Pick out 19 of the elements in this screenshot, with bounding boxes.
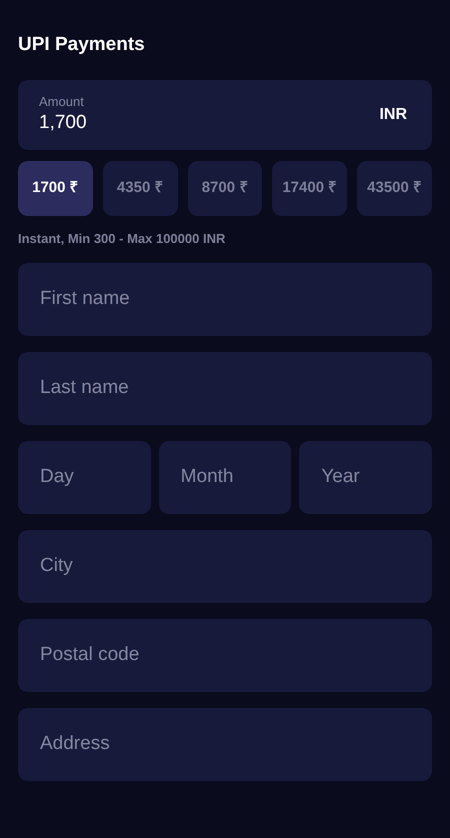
amount-label: Amount xyxy=(39,94,85,110)
page-title: UPI Payments xyxy=(18,33,146,57)
amount-preset-button[interactable]: 43500 ₹ xyxy=(357,161,432,216)
input-field[interactable]: Last name xyxy=(18,352,432,424)
input-field[interactable]: Day xyxy=(18,440,151,514)
amount-preset-button[interactable]: 4350 ₹ xyxy=(102,161,178,216)
amount-field[interactable]: Amount 1,700 INR xyxy=(18,80,432,150)
amount-preset-button[interactable]: 17400 ₹ xyxy=(272,161,348,216)
amount-value: 1,700 xyxy=(39,111,87,135)
input-field[interactable]: Year xyxy=(299,440,432,514)
amount-preset-button[interactable]: 8700 ₹ xyxy=(188,161,262,216)
input-field[interactable]: Address xyxy=(18,708,432,780)
currency-label: INR xyxy=(379,105,407,125)
input-field[interactable]: City xyxy=(18,530,432,602)
input-field[interactable]: Postal code xyxy=(18,618,432,692)
limits-hint: Instant, Min 300 - Max 100000 INR xyxy=(18,230,226,248)
input-field[interactable]: First name xyxy=(18,262,432,336)
input-field[interactable]: Month xyxy=(158,440,292,514)
amount-preset-button[interactable]: 1700 ₹ xyxy=(18,161,93,216)
